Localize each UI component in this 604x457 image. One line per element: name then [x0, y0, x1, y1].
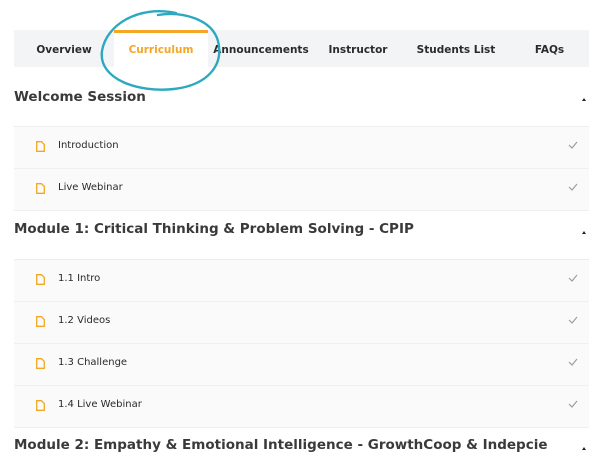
check-icon — [568, 141, 578, 149]
tab-faqs[interactable]: FAQs — [510, 30, 589, 67]
lesson-title: 1.2 Videos — [58, 315, 111, 326]
tab-instructor[interactable]: Instructor — [314, 30, 402, 67]
tab-curriculum[interactable]: Curriculum — [114, 30, 208, 67]
document-icon — [36, 400, 45, 411]
document-icon — [36, 316, 45, 327]
document-icon — [36, 141, 45, 152]
section-title[interactable]: Module 2: Empathy & Emotional Intelligen… — [14, 437, 548, 453]
lesson-title: 1.3 Challenge — [58, 357, 128, 368]
lesson-item[interactable]: Introduction — [14, 127, 589, 169]
check-icon — [568, 183, 578, 191]
check-icon — [568, 358, 578, 366]
tab-students-list[interactable]: Students List — [402, 30, 510, 67]
tab-announcements[interactable]: Announcements — [208, 30, 314, 67]
lesson-item[interactable]: 1.2 Videos — [14, 302, 589, 344]
document-icon — [36, 183, 45, 194]
section-title[interactable]: Welcome Session — [14, 89, 146, 105]
collapse-caret-icon[interactable] — [582, 231, 586, 234]
lesson-item[interactable]: 1.3 Challenge — [14, 344, 589, 386]
lesson-title: 1.4 Live Webinar — [58, 399, 142, 410]
lesson-title: Introduction — [58, 140, 119, 151]
collapse-caret-icon[interactable] — [582, 447, 586, 450]
document-icon — [36, 274, 45, 285]
document-icon — [36, 358, 45, 369]
collapse-caret-icon[interactable] — [582, 98, 586, 101]
lesson-item[interactable]: 1.4 Live Webinar — [14, 386, 589, 428]
tab-overview[interactable]: Overview — [14, 30, 114, 67]
section-title[interactable]: Module 1: Critical Thinking & Problem So… — [14, 221, 414, 237]
check-icon — [568, 274, 578, 282]
check-icon — [568, 316, 578, 324]
lesson-item[interactable]: 1.1 Intro — [14, 260, 589, 302]
lesson-title: Live Webinar — [58, 182, 123, 193]
course-tabs: Overview Curriculum Announcements Instru… — [14, 30, 589, 67]
lesson-title: 1.1 Intro — [58, 273, 101, 284]
check-icon — [568, 400, 578, 408]
lesson-item[interactable]: Live Webinar — [14, 169, 589, 211]
